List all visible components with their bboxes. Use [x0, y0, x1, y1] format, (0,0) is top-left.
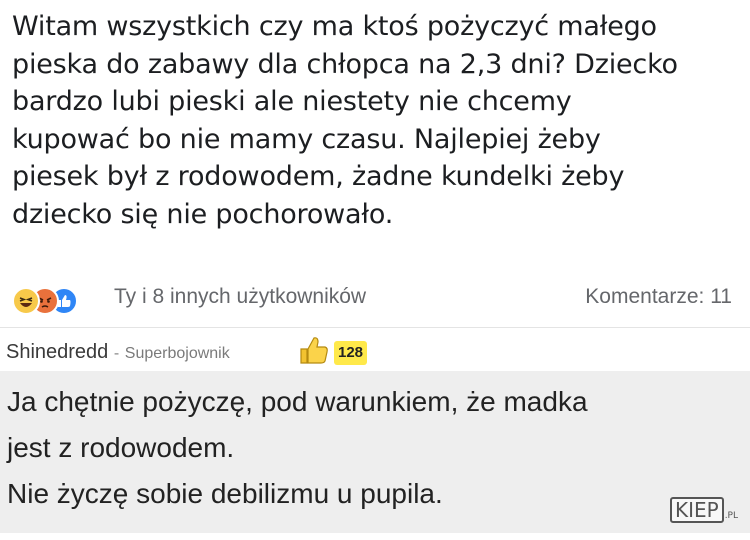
- reaction-icons[interactable]: [12, 284, 78, 318]
- comment-header: Shinedredd - Superbojownik: [0, 327, 750, 372]
- thumbs-up-icon[interactable]: [297, 333, 331, 367]
- comment-text: Ja chętnie pożyczę, pod warunkiem, że ma…: [7, 379, 588, 517]
- comment-text-line: Nie życzę sobie debilizmu u pupila.: [7, 478, 443, 509]
- post-text-line: piesek był z rodowodem, żadne kundelki ż…: [12, 161, 625, 192]
- reactors-text[interactable]: Ty i 8 innych użytkowników: [114, 285, 366, 309]
- comment-body: Ja chętnie pożyczę, pod warunkiem, że ma…: [0, 371, 750, 533]
- watermark-main: KIEP: [669, 497, 724, 523]
- post-text: Witam wszystkich czy ma ktoś pożyczyć ma…: [12, 8, 742, 233]
- comment-author-separator: -: [113, 345, 120, 362]
- post-text-line: Witam wszystkich czy ma ktoś pożyczyć ma…: [12, 11, 657, 42]
- comment-author[interactable]: Shinedredd: [6, 341, 108, 363]
- watermark-suffix: .PL: [724, 511, 738, 521]
- post-text-line: bardzo lubi pieski ale niestety nie chce…: [12, 86, 572, 117]
- comment-text-line: jest z rodowodem.: [7, 432, 235, 463]
- comment-author-rank: Superbojownik: [124, 345, 230, 362]
- post-text-line: pieska do zabawy dla chłopca na 2,3 dni?…: [12, 48, 678, 80]
- comments-count-link[interactable]: Komentarze: 11: [585, 285, 732, 309]
- haha-icon: [12, 287, 40, 315]
- comment-author-line: Shinedredd - Superbojownik: [6, 341, 230, 364]
- post-card: Witam wszystkich czy ma ktoś pożyczyć ma…: [0, 0, 750, 325]
- kiep-watermark-logo: KIEP .PL: [669, 497, 738, 523]
- post-text-line: kupować bo nie mamy czasu. Najlepiej żeb…: [12, 123, 601, 155]
- comment-score-badge: 128: [334, 341, 368, 365]
- comment-text-line: Ja chętnie pożyczę, pod warunkiem, że ma…: [7, 386, 588, 417]
- post-text-line: dziecko się nie pochorowało.: [12, 198, 394, 230]
